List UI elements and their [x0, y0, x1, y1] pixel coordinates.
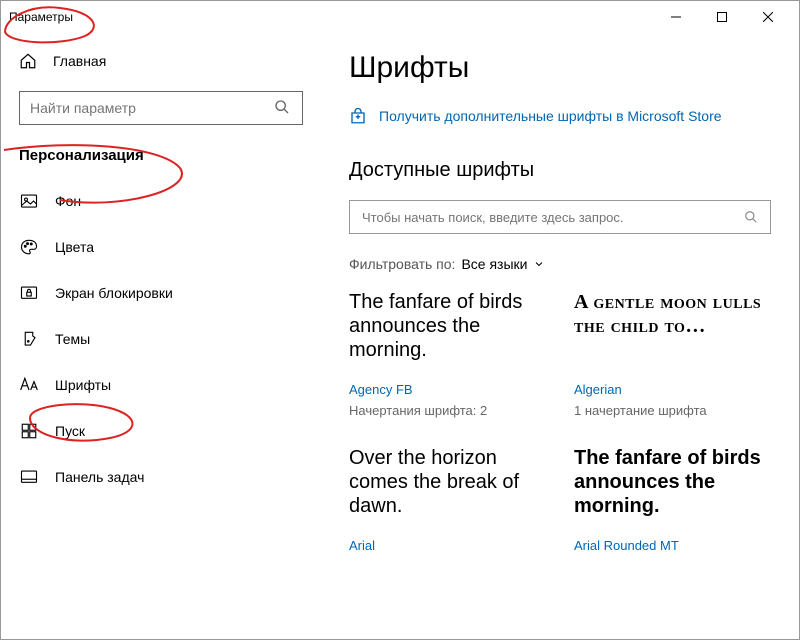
- sidebar-item-background[interactable]: Фон: [1, 178, 321, 224]
- maximize-button[interactable]: [699, 1, 745, 33]
- sidebar-item-label: Темы: [55, 331, 90, 347]
- font-meta: Начертания шрифта: 2: [349, 403, 546, 418]
- font-card[interactable]: The fanfare of birds announces the morni…: [574, 446, 771, 553]
- font-card[interactable]: The fanfare of birds announces the morni…: [349, 290, 546, 418]
- search-icon: [274, 99, 292, 117]
- fonts-icon: [19, 375, 39, 395]
- filter-row[interactable]: Фильтровать по: Все языки: [349, 256, 771, 272]
- font-search[interactable]: [349, 200, 771, 234]
- font-card[interactable]: A gentle moon lulls the child to… Algeri…: [574, 290, 771, 418]
- sidebar-item-label: Панель задач: [55, 469, 144, 485]
- font-sample: Over the horizon comes the break of dawn…: [349, 446, 546, 532]
- sidebar-item-label: Фон: [55, 193, 81, 209]
- sidebar-search[interactable]: [19, 91, 303, 125]
- sidebar-item-themes[interactable]: Темы: [1, 316, 321, 362]
- palette-icon: [19, 237, 39, 257]
- font-meta: 1 начертание шрифта: [574, 403, 771, 418]
- available-fonts-heading: Доступные шрифты: [349, 159, 771, 182]
- font-search-input[interactable]: [362, 210, 744, 225]
- titlebar: Параметры: [1, 1, 799, 33]
- sidebar-home-label: Главная: [53, 53, 106, 69]
- font-sample: The fanfare of birds announces the morni…: [574, 446, 771, 532]
- sidebar-item-label: Экран блокировки: [55, 285, 173, 301]
- font-name: Agency FB: [349, 382, 546, 397]
- themes-icon: [19, 329, 39, 349]
- font-name: Algerian: [574, 382, 771, 397]
- sidebar-item-taskbar[interactable]: Панель задач: [1, 454, 321, 500]
- home-icon: [19, 52, 37, 70]
- sidebar-nav: Фон Цвета Экран блокировки: [1, 178, 321, 500]
- store-icon: [349, 107, 367, 125]
- close-button[interactable]: [745, 1, 791, 33]
- start-icon: [19, 421, 39, 441]
- sidebar-item-label: Цвета: [55, 239, 94, 255]
- sidebar-item-label: Шрифты: [55, 377, 111, 393]
- sidebar-item-colors[interactable]: Цвета: [1, 224, 321, 270]
- taskbar-icon: [19, 467, 39, 487]
- lockscreen-icon: [19, 283, 39, 303]
- chevron-down-icon: [533, 258, 545, 270]
- font-grid: The fanfare of birds announces the morni…: [349, 290, 771, 553]
- sidebar-search-input[interactable]: [30, 100, 274, 116]
- sidebar-item-label: Пуск: [55, 423, 85, 439]
- sidebar: Главная Персонализация Фон: [1, 33, 321, 639]
- main-content: Шрифты Получить дополнительные шрифты в …: [321, 33, 799, 639]
- titlebar-title: Параметры: [9, 10, 653, 24]
- page-title: Шрифты: [349, 51, 771, 85]
- font-name: Arial Rounded MT: [574, 538, 771, 553]
- sidebar-item-fonts[interactable]: Шрифты: [1, 362, 321, 408]
- filter-value: Все языки: [461, 256, 527, 272]
- sidebar-home[interactable]: Главная: [1, 41, 321, 81]
- search-icon: [744, 210, 758, 224]
- minimize-button[interactable]: [653, 1, 699, 33]
- picture-icon: [19, 191, 39, 211]
- store-link[interactable]: Получить дополнительные шрифты в Microso…: [349, 107, 771, 125]
- filter-label: Фильтровать по:: [349, 256, 455, 272]
- font-sample: A gentle moon lulls the child to…: [574, 290, 771, 376]
- sidebar-item-start[interactable]: Пуск: [1, 408, 321, 454]
- font-name: Arial: [349, 538, 546, 553]
- store-link-label: Получить дополнительные шрифты в Microso…: [379, 108, 722, 124]
- font-sample: The fanfare of birds announces the morni…: [349, 290, 546, 376]
- sidebar-item-lockscreen[interactable]: Экран блокировки: [1, 270, 321, 316]
- sidebar-section-title: Персонализация: [1, 147, 321, 164]
- font-card[interactable]: Over the horizon comes the break of dawn…: [349, 446, 546, 553]
